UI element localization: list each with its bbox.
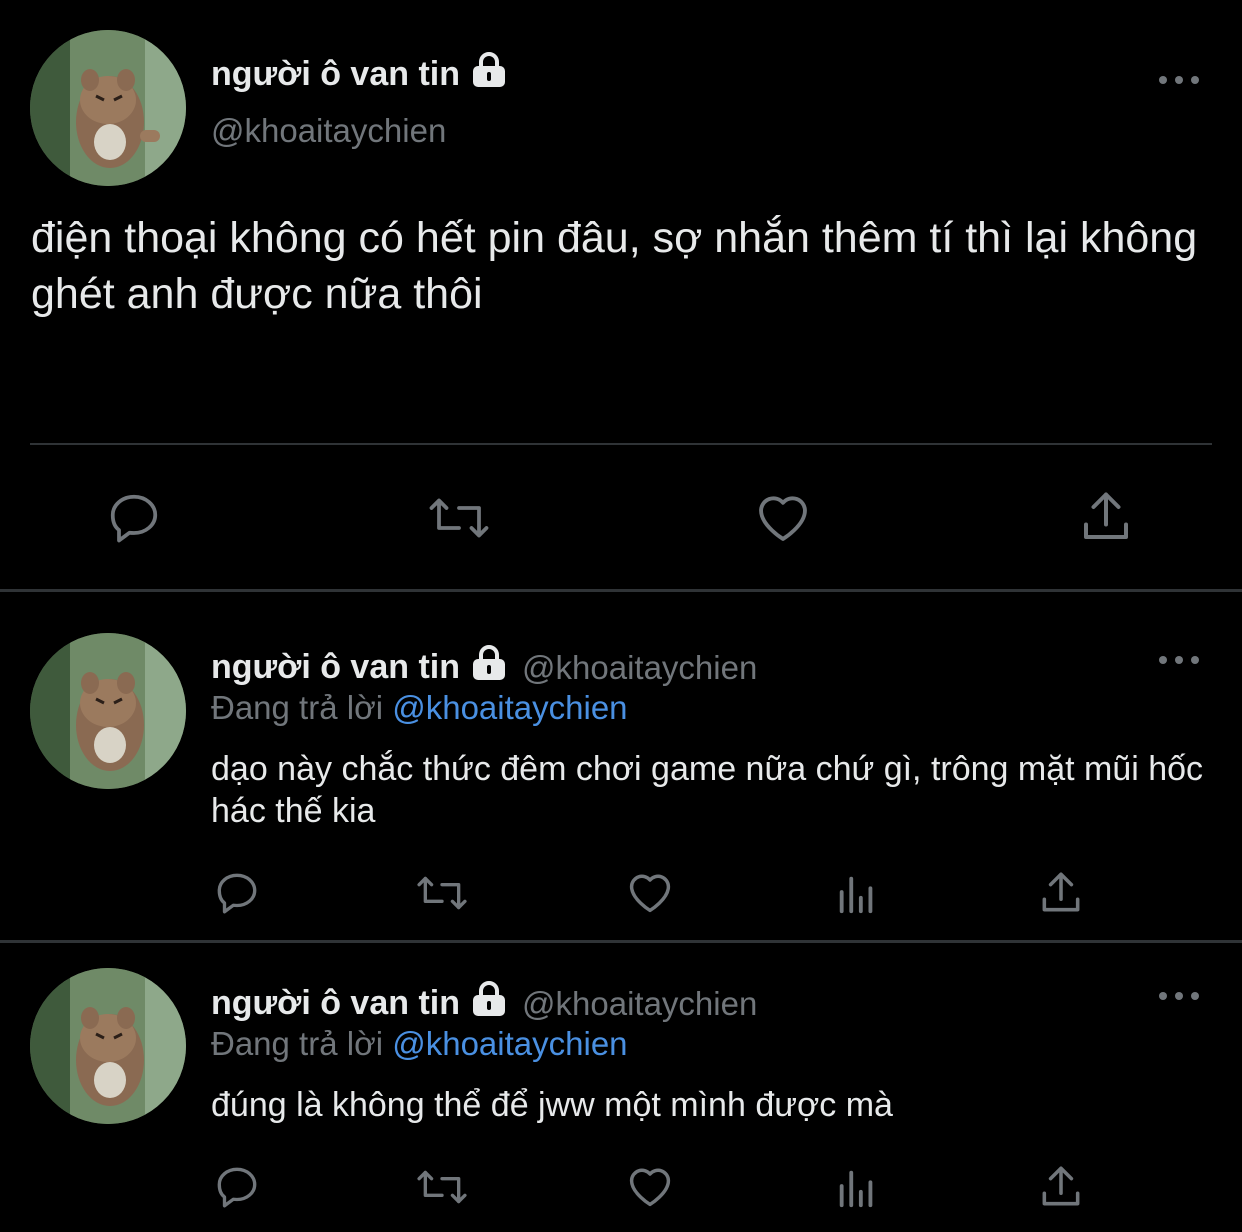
handle[interactable]: @khoaitaychien	[522, 985, 757, 1023]
divider	[30, 443, 1212, 445]
share-icon[interactable]	[1036, 1162, 1086, 1212]
analytics-icon[interactable]	[834, 1164, 880, 1212]
reply-icon[interactable]	[104, 488, 164, 548]
display-name[interactable]: người ô van tin	[211, 52, 508, 97]
mention-link[interactable]: @khoaitaychien	[392, 689, 627, 726]
more-options-icon[interactable]	[1159, 990, 1199, 1002]
lock-icon	[470, 981, 508, 1026]
lock-icon	[470, 645, 508, 690]
retweet-icon[interactable]	[414, 1162, 470, 1212]
divider	[0, 940, 1242, 943]
more-options-icon[interactable]	[1159, 74, 1199, 86]
like-icon[interactable]	[752, 486, 814, 548]
analytics-icon[interactable]	[834, 870, 880, 918]
tweet-text: đúng là không thể để jww một mình được m…	[211, 1086, 893, 1124]
tweet-text: điện thoại không có hết pin đâu, sợ nhắn…	[31, 214, 1198, 318]
replying-to: Đang trả lời @khoaitaychien	[211, 1025, 628, 1062]
like-icon[interactable]	[624, 1160, 676, 1212]
lock-icon	[470, 52, 508, 97]
handle[interactable]: @khoaitaychien	[522, 649, 757, 687]
display-name[interactable]: người ô van tin @khoaitaychien	[211, 981, 757, 1026]
avatar[interactable]	[30, 633, 186, 789]
reply-icon[interactable]	[212, 868, 262, 918]
tweet-text: dạo này chắc thức đêm chơi game nữa chứ …	[211, 750, 1204, 830]
replying-to: Đang trả lời @khoaitaychien	[211, 689, 628, 726]
like-icon[interactable]	[624, 866, 676, 918]
share-icon[interactable]	[1036, 868, 1086, 918]
reply-icon[interactable]	[212, 1162, 262, 1212]
avatar[interactable]	[30, 30, 186, 186]
mention-link[interactable]: @khoaitaychien	[392, 1025, 627, 1062]
divider	[0, 589, 1242, 592]
avatar[interactable]	[30, 968, 186, 1124]
display-name[interactable]: người ô van tin @khoaitaychien	[211, 645, 757, 690]
share-icon[interactable]	[1076, 486, 1136, 548]
retweet-icon[interactable]	[414, 868, 470, 918]
retweet-icon[interactable]	[426, 488, 492, 548]
handle[interactable]: @khoaitaychien	[211, 112, 446, 150]
more-options-icon[interactable]	[1159, 654, 1199, 666]
